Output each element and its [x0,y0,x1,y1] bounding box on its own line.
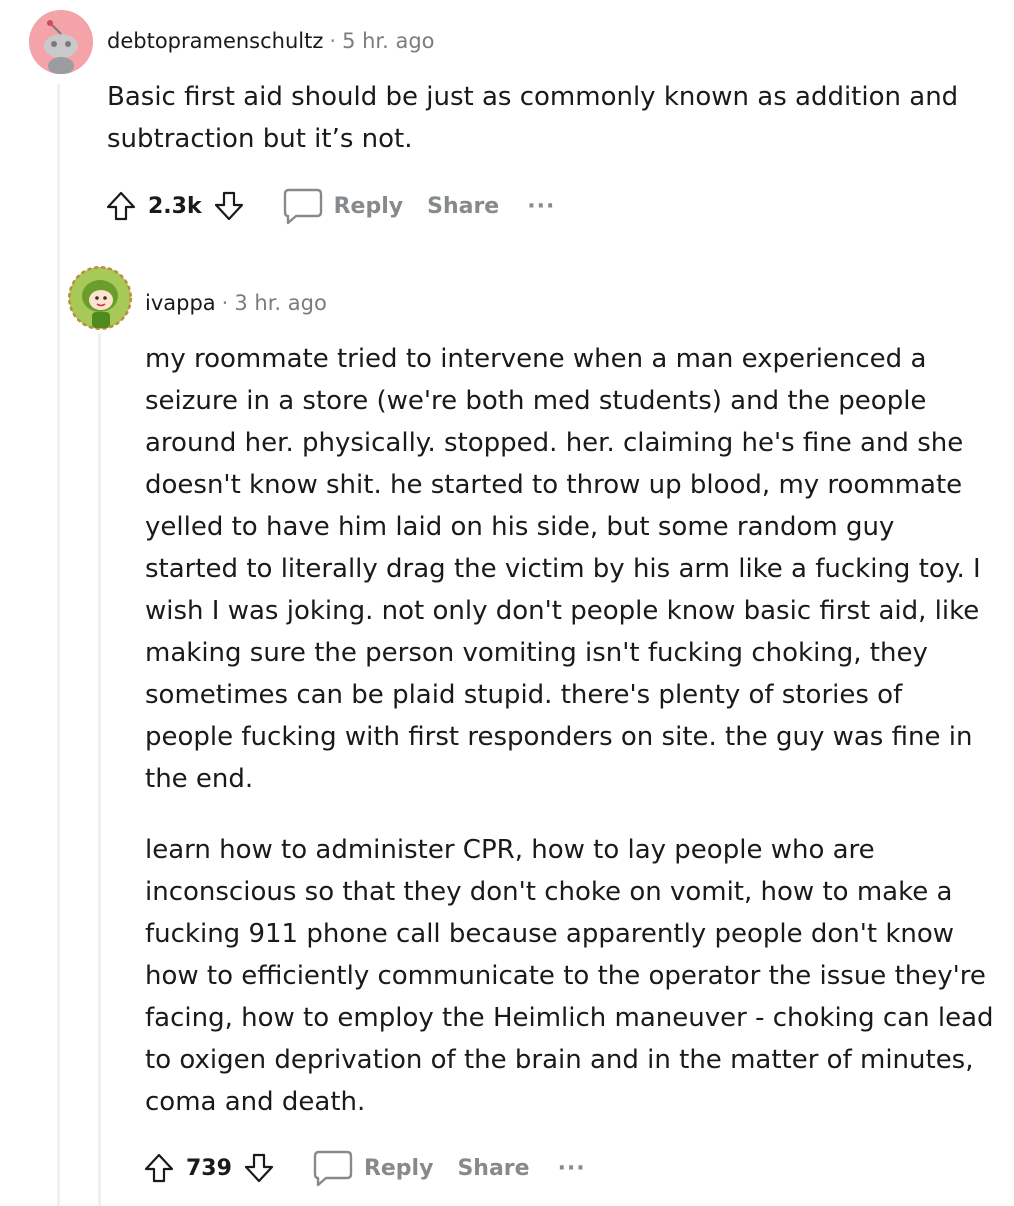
user-avatar-icon [68,266,132,330]
downvote-arrow-icon[interactable] [242,1151,276,1185]
avatar[interactable] [68,266,132,330]
thread-line-2[interactable] [98,334,101,1206]
vote-count: 2.3k [148,193,202,219]
avatar[interactable] [29,10,93,74]
share-button[interactable]: Share [457,1156,529,1181]
upvote-arrow-icon[interactable] [142,1151,176,1185]
reply-label: Reply [333,193,404,219]
more-options-button[interactable]: ··· [558,1156,586,1181]
speech-bubble-icon [312,1149,354,1187]
comment-body: my roommate tried to intervene when a ma… [145,338,995,1123]
thread-line-1[interactable] [57,84,60,1206]
upvote-arrow-icon[interactable] [104,189,138,223]
speech-bubble-icon [282,187,324,225]
comment-actions: 2.3k Reply Share ··· [104,184,555,228]
comment-paragraph: my roommate tried to intervene when a ma… [145,344,981,794]
reply-button[interactable]: Reply [282,187,404,225]
author-name[interactable]: ivappa [145,291,216,315]
downvote-arrow-icon[interactable] [212,189,246,223]
meta-separator: · [329,29,337,53]
snoo-avatar-icon [29,10,93,74]
reply-button[interactable]: Reply [312,1149,434,1187]
comment-actions: 739 Reply Share ··· [142,1146,586,1190]
timestamp[interactable]: 3 hr. ago [234,291,326,315]
more-options-button[interactable]: ··· [527,194,555,219]
vote-count: 739 [186,1155,232,1181]
share-button[interactable]: Share [427,194,499,219]
comment-meta: debtopramenschultz · 5 hr. ago [107,29,435,53]
author-name[interactable]: debtopramenschultz [107,29,323,53]
timestamp[interactable]: 5 hr. ago [342,29,434,53]
comment-body: Basic first aid should be just as common… [107,76,987,160]
comment-paragraph: learn how to administer CPR, how to lay … [145,835,994,1117]
comment-meta: ivappa · 3 hr. ago [145,291,327,315]
comment-paragraph: Basic first aid should be just as common… [107,82,959,154]
meta-separator: · [221,291,229,315]
reply-label: Reply [363,1155,434,1181]
